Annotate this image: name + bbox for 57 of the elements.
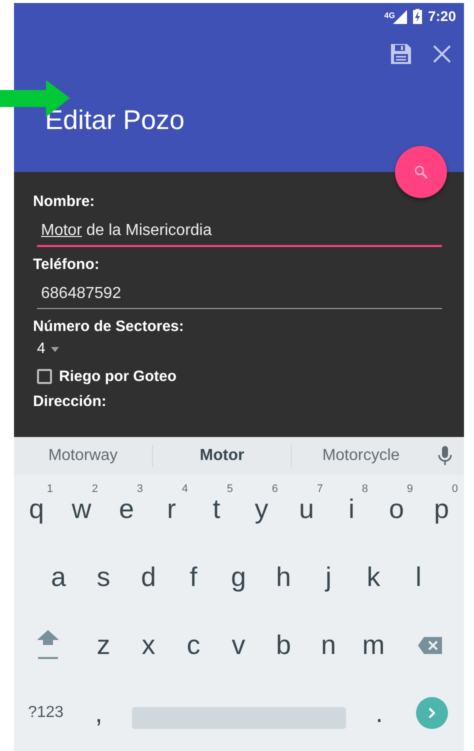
field-text[interactable]: de la Misericordia: [86, 222, 212, 239]
letter-key[interactable]: p 0: [419, 479, 464, 539]
letter-key[interactable]: h: [261, 547, 306, 607]
punctuation-key[interactable]: ,: [77, 683, 120, 743]
letter-key[interactable]: q 1: [14, 479, 59, 539]
backspace-icon[interactable]: [418, 636, 442, 654]
letter-key[interactable]: n: [306, 615, 351, 675]
checkbox-label: Riego por Goteo: [59, 366, 176, 386]
field-label: Nombre:: [33, 192, 96, 212]
letter-key[interactable]: u 7: [284, 479, 329, 539]
letter-key[interactable]: s: [81, 547, 126, 607]
letter-key[interactable]: f: [171, 547, 216, 607]
enter-button[interactable]: [416, 697, 448, 729]
suggestion-item[interactable]: Motor: [153, 444, 291, 468]
letter-key[interactable]: j: [306, 547, 351, 607]
text-field[interactable]: Motor de la Misericordia: [37, 217, 442, 247]
field-label: Teléfono:: [33, 255, 100, 275]
suggestion-item[interactable]: Motorway: [14, 444, 152, 468]
letter-key[interactable]: c: [171, 615, 216, 675]
save-icon[interactable]: [390, 43, 412, 65]
field-label: Dirección:: [33, 392, 108, 412]
field-text[interactable]: Motor: [41, 222, 82, 239]
letter-key[interactable]: b: [261, 615, 306, 675]
chevron-icon[interactable]: [428, 707, 436, 719]
letter-key[interactable]: z: [81, 615, 126, 675]
field-text[interactable]: 686487592: [41, 285, 122, 302]
letter-key[interactable]: w 2: [59, 479, 104, 539]
punctuation-key[interactable]: .: [358, 683, 401, 743]
field-label: Número de Sectores:: [33, 317, 185, 337]
network-label: 4G: [384, 10, 395, 22]
caret-icon[interactable]: [51, 346, 60, 352]
letter-key[interactable]: d: [126, 547, 171, 607]
letter-key[interactable]: a: [36, 547, 81, 607]
letter-key[interactable]: y 6: [239, 479, 284, 539]
suggestion-item[interactable]: Motorcycle: [292, 444, 430, 468]
letter-key[interactable]: m: [351, 615, 396, 675]
signal-icon: [392, 10, 407, 24]
letter-key[interactable]: r 4: [149, 479, 194, 539]
symbols-key[interactable]: ?123: [14, 683, 78, 743]
battery-icon: [412, 9, 422, 24]
shift-icon[interactable]: [36, 630, 58, 660]
letter-key[interactable]: t 5: [194, 479, 239, 539]
microphone-icon[interactable]: [438, 446, 452, 466]
number-dropdown[interactable]: 4: [37, 338, 60, 360]
letter-key[interactable]: i 8: [329, 479, 374, 539]
screen-title: Editar Pozo: [45, 104, 186, 136]
close-icon[interactable]: [432, 44, 452, 64]
text-field[interactable]: 686487592: [37, 280, 442, 309]
clock-time: 7:20: [428, 7, 456, 26]
letter-key[interactable]: x: [126, 615, 171, 675]
letter-key[interactable]: k: [351, 547, 396, 607]
letter-key[interactable]: e 3: [104, 479, 149, 539]
letter-key[interactable]: v: [216, 615, 261, 675]
letter-key[interactable]: l: [396, 547, 441, 607]
letter-key[interactable]: o 9: [374, 479, 419, 539]
checkbox[interactable]: [37, 369, 52, 384]
letter-key[interactable]: g: [216, 547, 261, 607]
